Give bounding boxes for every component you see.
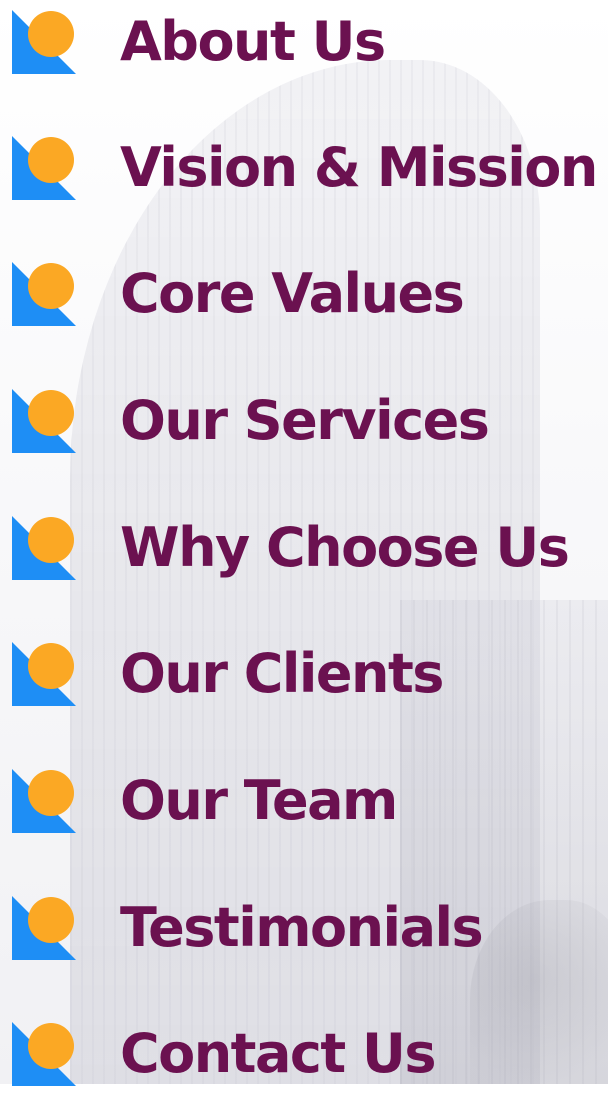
bullet-icon [12, 389, 76, 453]
menu-item-core-values[interactable]: Core Values [12, 254, 465, 334]
menu-item-our-services[interactable]: Our Services [12, 381, 490, 461]
menu-item-label: Our Team [120, 769, 398, 832]
menu-item-label: Our Services [120, 389, 490, 452]
menu-item-label: Testimonials [120, 896, 484, 959]
section-menu: About Us Vision & Mission Core Values Ou… [0, 0, 608, 1086]
bullet-icon [12, 1022, 76, 1086]
bullet-icon [12, 10, 76, 74]
menu-item-vision-mission[interactable]: Vision & Mission [12, 128, 598, 208]
bullet-icon [12, 262, 76, 326]
bullet-icon [12, 896, 76, 960]
menu-item-contact-us[interactable]: Contact Us [12, 1014, 437, 1094]
menu-item-testimonials[interactable]: Testimonials [12, 888, 484, 968]
menu-item-label: Our Clients [120, 642, 444, 705]
bullet-icon [12, 769, 76, 833]
menu-item-label: Vision & Mission [120, 136, 598, 199]
menu-item-why-choose-us[interactable]: Why Choose Us [12, 508, 570, 588]
menu-item-label: About Us [120, 10, 386, 73]
bullet-icon [12, 516, 76, 580]
bullet-icon [12, 136, 76, 200]
menu-item-our-team[interactable]: Our Team [12, 761, 398, 841]
menu-item-about-us[interactable]: About Us [12, 2, 386, 82]
bullet-icon [12, 642, 76, 706]
menu-item-our-clients[interactable]: Our Clients [12, 634, 444, 714]
menu-item-label: Why Choose Us [120, 516, 570, 579]
menu-item-label: Core Values [120, 262, 465, 325]
menu-item-label: Contact Us [120, 1022, 437, 1085]
